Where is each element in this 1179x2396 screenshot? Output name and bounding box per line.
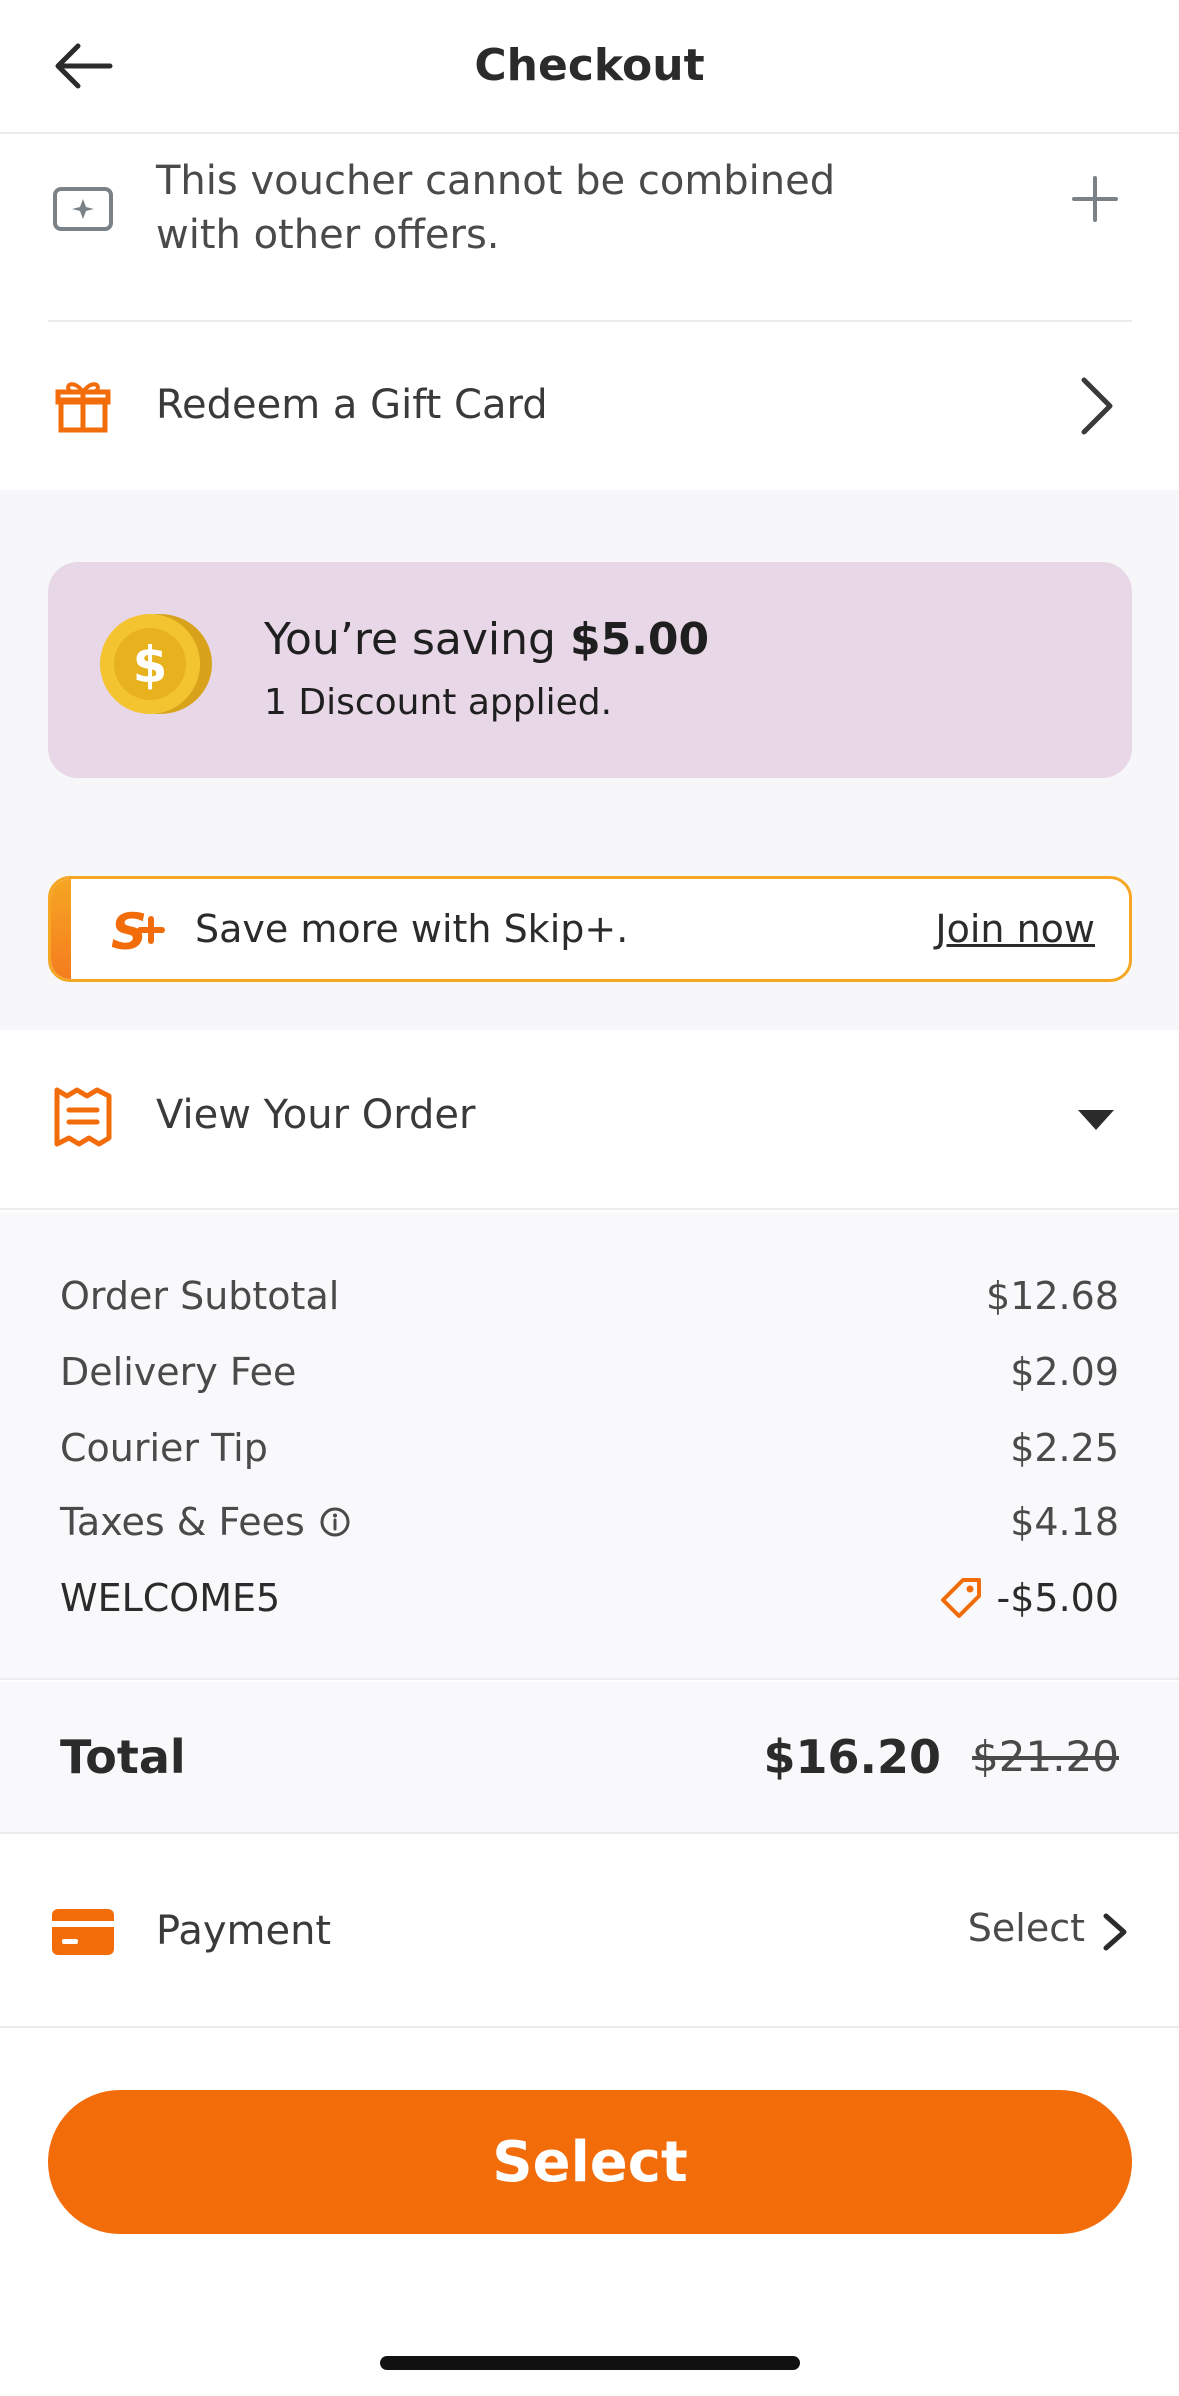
gift-card-label: Redeem a Gift Card: [156, 382, 548, 428]
promo-value-group: -$5.00: [939, 1576, 1120, 1620]
saving-amount-line: You’re saving $5.00: [264, 614, 709, 665]
select-button[interactable]: Select: [48, 2090, 1132, 2234]
page-title: Checkout: [474, 40, 705, 91]
fee-row-subtotal: Order Subtotal $12.68: [60, 1274, 1119, 1330]
original-total-value: $21.20: [972, 1732, 1119, 1781]
total-label: Total: [60, 1730, 186, 1784]
header: Checkout: [0, 0, 1179, 134]
promo-code-label: WELCOME5: [60, 1576, 281, 1620]
redeem-gift-card-row[interactable]: Redeem a Gift Card: [0, 322, 1179, 490]
fee-value: $4.18: [1010, 1500, 1119, 1544]
payment-row[interactable]: Payment Select: [0, 1836, 1179, 2028]
promo-discount-value: -$5.00: [996, 1576, 1120, 1620]
fee-row-promo: WELCOME5 -$5.00: [60, 1576, 1119, 1632]
view-your-order-row[interactable]: View Your Order: [0, 1030, 1179, 1210]
fee-label: Courier Tip: [60, 1426, 268, 1470]
fee-value: $2.09: [1010, 1350, 1119, 1394]
fee-row-delivery: Delivery Fee $2.09: [60, 1350, 1119, 1406]
tag-icon: [940, 1578, 981, 1618]
discount-applied-text: 1 Discount applied.: [264, 682, 613, 723]
total-row: Total $16.20 $21.20: [0, 1682, 1179, 1834]
payment-select-link[interactable]: Select: [968, 1906, 1085, 1950]
receipt-icon: [50, 1084, 116, 1150]
plus-icon[interactable]: [1070, 174, 1120, 224]
order-summary: Order Subtotal $12.68 Delivery Fee $2.09…: [0, 1212, 1179, 1680]
home-indicator[interactable]: [380, 2356, 800, 2370]
fee-value: $2.25: [1010, 1426, 1119, 1470]
coin-icon: $: [100, 614, 212, 714]
fee-label: Delivery Fee: [60, 1350, 297, 1394]
caret-down-icon: [1078, 1110, 1114, 1130]
info-icon[interactable]: [319, 1506, 351, 1538]
payment-label: Payment: [156, 1908, 332, 1954]
gift-icon: [50, 372, 116, 438]
skip-plus-accent-strip: [51, 879, 71, 979]
chevron-right-icon: [1103, 1913, 1127, 1951]
skip-plus-banner[interactable]: S Save more with Skip+. Join now: [48, 876, 1132, 982]
view-order-label: View Your Order: [156, 1092, 476, 1138]
fee-value: $12.68: [986, 1274, 1119, 1318]
voucher-text: This voucher cannot be combined with oth…: [156, 158, 836, 258]
voucher-icon: [50, 176, 116, 242]
chevron-right-icon: [1081, 377, 1113, 435]
join-now-link[interactable]: Join now: [935, 907, 1095, 951]
fee-label: Taxes & Fees: [60, 1500, 305, 1544]
credit-card-icon: [50, 1904, 116, 1960]
skip-plus-logo-icon: S: [111, 903, 165, 959]
svg-text:$: $: [133, 636, 168, 694]
skip-plus-text: Save more with Skip+.: [195, 907, 629, 951]
fee-label: Order Subtotal: [60, 1274, 340, 1318]
total-value: $16.20: [763, 1730, 941, 1784]
saving-amount: $5.00: [569, 614, 710, 665]
saving-prefix: You’re saving: [264, 614, 570, 665]
fee-label-group: Taxes & Fees: [60, 1500, 351, 1544]
fee-row-tip: Courier Tip $2.25: [60, 1426, 1119, 1482]
fee-row-taxes: Taxes & Fees $4.18: [60, 1500, 1119, 1556]
savings-card: $ You’re saving $5.00 1 Discount applied…: [48, 562, 1132, 778]
voucher-row[interactable]: This voucher cannot be combined with oth…: [0, 136, 1179, 320]
